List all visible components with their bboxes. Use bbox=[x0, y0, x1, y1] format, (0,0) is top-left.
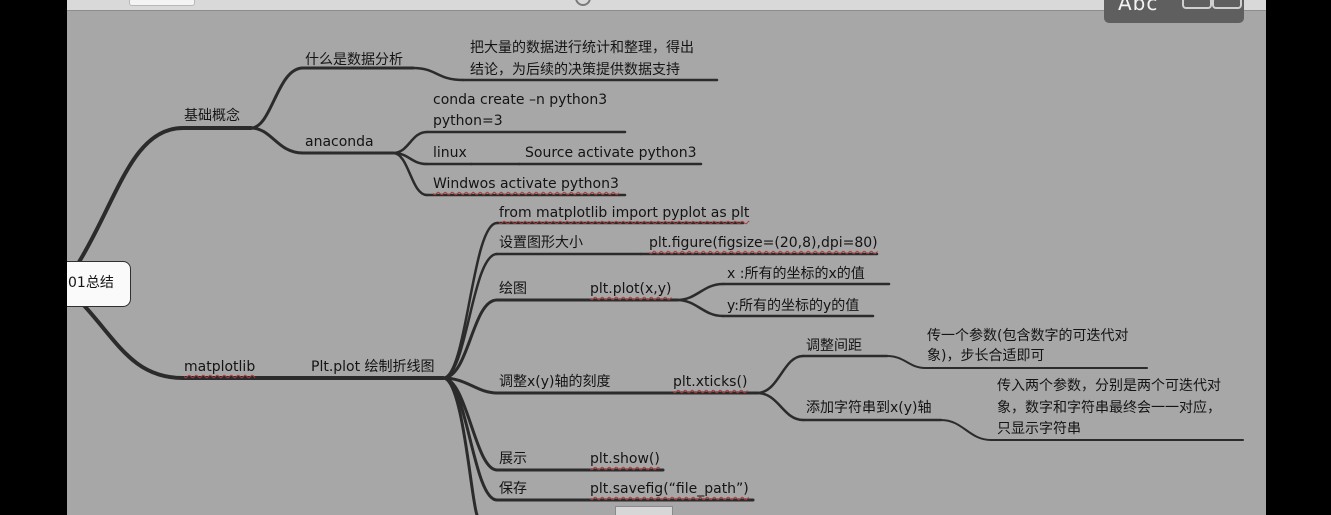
link-whatis-desc bbox=[411, 66, 465, 82]
node-windows-activate-cmd[interactable]: Windwos activate python3 bbox=[433, 174, 619, 194]
node-basics[interactable]: 基础概念 bbox=[184, 106, 240, 126]
node-data-analysis-desc-line1[interactable]: 把大量的数据进行统计和整理，得出 bbox=[470, 38, 694, 58]
node-conda-create-line2[interactable]: python=3 bbox=[433, 111, 503, 131]
link-draw-x bbox=[675, 282, 725, 302]
node-x-values-desc[interactable]: x :所有的坐标的x的值 bbox=[727, 264, 865, 284]
link-draw-y bbox=[675, 298, 725, 318]
node-data-analysis-desc-line2[interactable]: 结论，为后续的决策提供数据支持 bbox=[470, 60, 680, 80]
node-import-pyplot[interactable]: from matplotlib import pyplot as plt bbox=[499, 203, 749, 223]
root-label: 01总结 bbox=[68, 275, 114, 291]
node-draw[interactable]: 绘图 bbox=[499, 279, 527, 299]
offscreen-node[interactable] bbox=[615, 506, 673, 515]
link-ticks-spacing bbox=[755, 354, 805, 395]
node-set-figure-size[interactable]: 设置图形大小 bbox=[499, 233, 583, 253]
node-spacing-desc-line2[interactable]: 象)，步长合适即可 bbox=[927, 346, 1044, 366]
link-basics-whatis bbox=[249, 66, 305, 130]
node-linux-activate-cmd[interactable]: Source activate python3 bbox=[525, 143, 697, 163]
node-add-tick-strings[interactable]: 添加字符串到x(y)轴 bbox=[806, 398, 932, 418]
node-adjust-spacing[interactable]: 调整间距 bbox=[806, 336, 862, 356]
node-strings-desc-line2[interactable]: 象，数字和字符串最终会一一对应， bbox=[997, 398, 1221, 418]
mindmap-canvas[interactable]: Abc 01总结 基础概念 什么是数据分析 把大量的数据进行统计和整理，得出 结… bbox=[67, 0, 1266, 515]
node-matplotlib[interactable]: matplotlib bbox=[184, 357, 255, 377]
node-conda-create-line1[interactable]: conda create –n python3 bbox=[433, 90, 607, 110]
node-strings-desc-line3[interactable]: 只显示字符串 bbox=[997, 419, 1081, 439]
link-plot-figsize bbox=[441, 252, 499, 380]
node-savefig-cmd[interactable]: plt.savefig(“file_path”) bbox=[590, 479, 749, 499]
link-anaconda-create bbox=[391, 130, 429, 155]
node-strings-desc-line1[interactable]: 传入两个参数，分别是两个可迭代对 bbox=[997, 376, 1221, 396]
node-linux[interactable]: linux bbox=[433, 143, 467, 163]
node-y-values-desc[interactable]: y:所有的坐标的y的值 bbox=[727, 296, 859, 316]
node-adjust-ticks[interactable]: 调整x(y)轴的刻度 bbox=[499, 372, 611, 392]
node-show-cmd[interactable]: plt.show() bbox=[590, 449, 660, 469]
node-plot-cmd[interactable]: plt.plot(x,y) bbox=[590, 279, 672, 299]
node-what-is-data-analysis[interactable]: 什么是数据分析 bbox=[305, 50, 403, 70]
link-basics-anaconda bbox=[249, 126, 305, 155]
node-plt-plot-line-chart[interactable]: Plt.plot 绘制折线图 bbox=[311, 357, 435, 377]
link-root-basics bbox=[77, 126, 185, 264]
link-root-matplotlib bbox=[77, 298, 185, 380]
node-show[interactable]: 展示 bbox=[499, 449, 527, 469]
node-anaconda[interactable]: anaconda bbox=[305, 132, 374, 152]
node-spacing-desc-line1[interactable]: 传一个参数(包含数字的可迭代对 bbox=[927, 326, 1128, 346]
node-save[interactable]: 保存 bbox=[499, 479, 527, 499]
link-ticks-strings bbox=[755, 391, 805, 422]
root-node[interactable]: 01总结 bbox=[67, 261, 131, 307]
node-xticks-cmd[interactable]: plt.xticks() bbox=[673, 372, 747, 392]
node-figure-cmd[interactable]: plt.figure(figsize=(20,8),dpi=80) bbox=[649, 233, 878, 253]
link-plot-import bbox=[441, 221, 499, 380]
